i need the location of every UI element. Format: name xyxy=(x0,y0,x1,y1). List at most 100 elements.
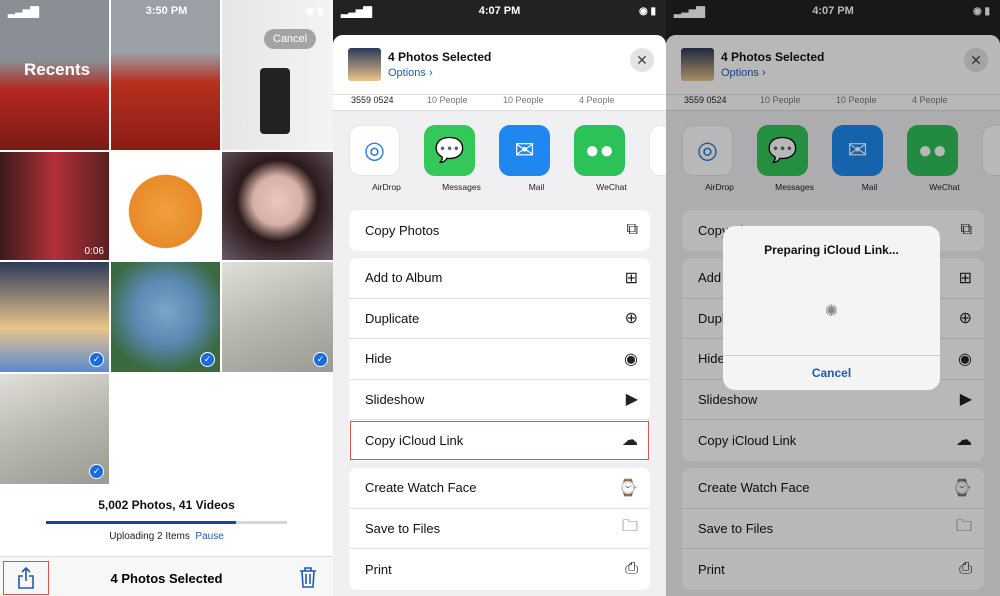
share-app-wechat[interactable]: ●● WeChat xyxy=(907,125,982,209)
share-title: 4 Photos Selected xyxy=(721,50,825,64)
action-label: Print xyxy=(365,561,392,577)
photo-selected[interactable]: ✓ xyxy=(0,262,109,372)
pause-button[interactable]: Pause xyxy=(195,531,223,542)
action-label: Duplicate xyxy=(365,310,420,326)
action-copy-photos[interactable]: Copy Photos ⧉ xyxy=(349,210,650,251)
photo[interactable] xyxy=(111,0,220,150)
library-counts: 5,002 Photos, 41 Videos xyxy=(98,498,235,512)
action-label: Create Watch Face xyxy=(365,480,477,496)
preparing-link-alert: Preparing iCloud Link... ✺ Cancel xyxy=(723,226,940,390)
action-print[interactable]: Print ⎙ xyxy=(682,549,984,590)
hide-eye-icon: ◉ xyxy=(958,350,972,368)
status-time: 4:07 PM xyxy=(478,5,521,17)
play-icon: ▶ xyxy=(625,391,638,409)
share-app-messages[interactable]: 💬 Messages xyxy=(424,125,499,209)
action-copy-icloud-link[interactable]: Copy iCloud Link ☁ xyxy=(349,420,650,461)
checkmark-icon: ✓ xyxy=(89,464,104,479)
close-button[interactable]: ✕ xyxy=(964,48,988,72)
app-label: Mail xyxy=(861,182,878,192)
share-app-airdrop[interactable]: ◎ AirDrop xyxy=(682,125,757,209)
photo-selected[interactable]: ✓ xyxy=(111,262,220,372)
contact-label[interactable]: 10 People xyxy=(427,95,503,110)
contact-label[interactable]: 4 People xyxy=(579,95,655,110)
people-row: 3559 0524 10 People 10 People 4 People xyxy=(666,95,1000,111)
share-app-we[interactable]: ◐ We xyxy=(982,125,1000,209)
action-print[interactable]: Print ⎙ xyxy=(349,549,650,590)
photo[interactable] xyxy=(222,152,333,260)
photo[interactable]: 0:06 xyxy=(0,152,109,260)
battery-icon: ◉ ▮ xyxy=(305,5,323,17)
app-label: Mail xyxy=(528,182,545,192)
app-label: AirDrop xyxy=(372,182,401,192)
share-app-airdrop[interactable]: ◎ AirDrop xyxy=(349,125,424,209)
options-label: Options xyxy=(388,67,426,79)
photos-panel: 0:06 ✓ ✓ ✓ ✓ ▂▃▅▇ 3:50 PM ◉ ▮ Recents Canc… xyxy=(0,0,333,596)
app-label: WeChat xyxy=(929,182,960,192)
mail-icon: ✉ xyxy=(499,125,550,176)
watch-icon: ⌚ xyxy=(618,479,638,497)
action-label: Print xyxy=(698,561,725,577)
action-slideshow[interactable]: Slideshow ▶ xyxy=(349,380,650,420)
delete-button[interactable] xyxy=(299,567,317,593)
share-app-messages[interactable]: 💬 Messages xyxy=(757,125,832,209)
contact-label[interactable]: 3559 0524 xyxy=(351,95,427,110)
action-save-to-files[interactable]: Save to Files 🗀 xyxy=(349,509,650,549)
action-label: Create Watch Face xyxy=(698,480,810,496)
cloud-link-icon: ☁ xyxy=(622,432,638,450)
action-add-to-album[interactable]: Add to Album ⊞ xyxy=(349,258,650,299)
weibo-icon: ◐ xyxy=(982,125,1000,176)
share-app-mail[interactable]: ✉ Mail xyxy=(832,125,907,209)
contact-label[interactable]: 10 People xyxy=(836,95,912,110)
action-label: Slideshow xyxy=(698,391,758,407)
action-group-3: Create Watch Face ⌚ Save to Files 🗀 Print ⎙ xyxy=(349,468,650,590)
share-app-we[interactable]: ◐ We xyxy=(649,125,666,209)
contact-label[interactable]: 10 People xyxy=(760,95,836,110)
action-duplicate[interactable]: Duplicate ⊕ xyxy=(349,299,650,339)
contact-label[interactable]: 3559 0524 xyxy=(684,95,760,110)
airdrop-icon: ◎ xyxy=(682,125,733,176)
action-save-to-files[interactable]: Save to Files 🗀 xyxy=(682,509,984,549)
hide-eye-icon: ◉ xyxy=(624,350,638,368)
share-sheet: 4 Photos Selected Options › ✕ 3559 0524 … xyxy=(333,35,666,596)
printer-icon: ⎙ xyxy=(959,560,972,578)
upload-progress-fill xyxy=(46,521,237,524)
messages-icon: 💬 xyxy=(757,125,808,176)
wechat-icon: ●● xyxy=(574,125,625,176)
share-header: 4 Photos Selected Options › ✕ xyxy=(666,35,1000,95)
contact-label[interactable]: 4 People xyxy=(912,95,988,110)
action-label: Hide xyxy=(365,351,392,367)
action-create-watch-face[interactable]: Create Watch Face ⌚ xyxy=(682,468,984,509)
action-copy-icloud-link[interactable]: Copy iCloud Link ☁ xyxy=(682,420,984,461)
app-label: Messages xyxy=(775,182,814,192)
app-row: ◎ AirDrop 💬 Messages ✉ Mail ●● WeChat ◐ We xyxy=(333,111,666,209)
uploading-status: Uploading 2 Items xyxy=(109,531,190,542)
app-row: ◎ AirDrop 💬 Messages ✉ Mail ●● WeChat ◐ We xyxy=(666,111,1000,209)
action-label: Slideshow xyxy=(365,391,425,407)
duplicate-icon: ⊕ xyxy=(624,310,638,328)
options-label: Options xyxy=(721,67,759,79)
signal-icon: ▂▃▅▇ xyxy=(8,5,39,18)
alert-cancel-button[interactable]: Cancel xyxy=(723,355,940,390)
photo-selected[interactable]: ✓ xyxy=(222,262,333,372)
signal-icon: ▂▃▅▇ xyxy=(674,5,705,18)
options-link[interactable]: Options › xyxy=(721,67,766,79)
options-link[interactable]: Options › xyxy=(388,67,433,79)
action-label: Copy Photos xyxy=(365,222,440,238)
action-create-watch-face[interactable]: Create Watch Face ⌚ xyxy=(349,468,650,509)
copy-icon: ⧉ xyxy=(626,221,638,239)
people-row: 3559 0524 10 People 10 People 4 People xyxy=(333,95,666,111)
share-app-mail[interactable]: ✉ Mail xyxy=(499,125,574,209)
selection-thumbnail xyxy=(348,48,381,81)
photo[interactable] xyxy=(222,0,333,150)
status-time: 4:07 PM xyxy=(812,5,854,17)
cancel-button[interactable]: Cancel xyxy=(264,29,316,49)
signal-icon: ▂▃▅▇ xyxy=(341,5,372,18)
alert-title: Preparing iCloud Link... xyxy=(764,243,899,257)
action-hide[interactable]: Hide ◉ xyxy=(349,339,650,380)
add-album-icon: ⊞ xyxy=(624,269,638,287)
close-button[interactable]: ✕ xyxy=(630,48,654,72)
photo[interactable] xyxy=(111,152,220,260)
share-app-wechat[interactable]: ●● WeChat xyxy=(574,125,649,209)
contact-label[interactable]: 10 People xyxy=(503,95,579,110)
photo-selected[interactable]: ✓ xyxy=(0,374,109,484)
